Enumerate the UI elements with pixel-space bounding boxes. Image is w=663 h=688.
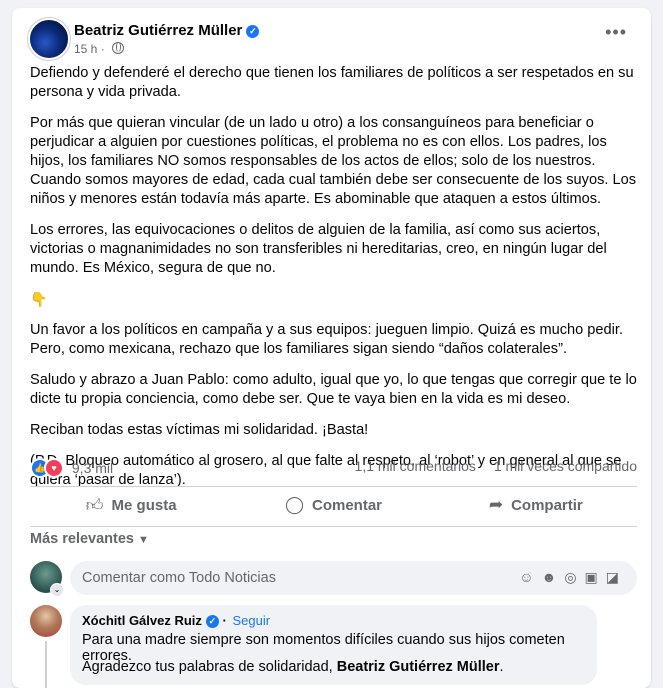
post-time[interactable]: 15 h xyxy=(74,42,97,56)
author-name[interactable]: Beatriz Gutiérrez Müller xyxy=(74,22,242,39)
action-bar: 👍︎ Me gusta ◯ Comentar ➦ Compartir xyxy=(30,489,637,521)
post-paragraph: Saludo y abrazo a Juan Pablo: como adult… xyxy=(30,372,637,407)
share-label: Compartir xyxy=(511,496,583,514)
commenter-avatar[interactable] xyxy=(30,605,62,637)
comment-text-suffix: . xyxy=(499,659,504,675)
post-paragraph: Reciban todas estas víctimas mi solidari… xyxy=(30,422,369,438)
divider xyxy=(30,486,637,487)
like-button[interactable]: 👍︎ Me gusta xyxy=(30,489,232,521)
post-paragraph: Por más que quieran vincular (de un lado… xyxy=(30,115,637,207)
share-arrow-icon: ➦ xyxy=(488,495,504,514)
comment-composer: ⌄ Comentar como Todo Noticias ☺☻◎▣◪ xyxy=(30,561,637,597)
post-card: Beatriz Gutiérrez Müller ✓ 15 h · ••• Def… xyxy=(12,8,651,688)
comment-sort-dropdown[interactable]: Más relevantes ▼ xyxy=(30,531,149,547)
sticker-icon[interactable]: ◪ xyxy=(606,569,627,585)
comment-text-prefix: Agradezco tus palabras de solidaridad, xyxy=(82,659,337,675)
follow-button[interactable]: Seguir xyxy=(232,613,270,628)
emoji-icon[interactable]: ☻ xyxy=(542,569,565,585)
author-name-row: Beatriz Gutiérrez Müller ✓ xyxy=(74,22,260,39)
comment-button[interactable]: ◯ Comentar xyxy=(232,489,434,521)
divider xyxy=(30,526,637,527)
engagement-counts: 1,1 mil comentarios 1 mil veces comparti… xyxy=(341,458,637,474)
thumbs-up-icon: 👍︎ xyxy=(85,495,104,515)
comment-text-line: Agradezco tus palabras de solidaridad, B… xyxy=(82,659,504,675)
post-paragraph: Un favor a los políticos en campaña y a … xyxy=(30,322,623,357)
reaction-count: 9,3 mil xyxy=(71,460,114,476)
gif-icon[interactable]: ▣ xyxy=(585,569,606,585)
camera-icon[interactable]: ◎ xyxy=(564,569,584,585)
post-body: Defiendo y defenderé el derecho que tien… xyxy=(30,64,642,502)
pointing-down-emoji: 👇 xyxy=(30,291,48,307)
commenter-name[interactable]: Xóchitl Gálvez Ruiz xyxy=(82,613,202,628)
caret-down-icon: ▼ xyxy=(137,534,149,546)
commenter-row: Xóchitl Gálvez Ruiz ✓ · Seguir xyxy=(82,613,271,628)
share-button[interactable]: ➦ Compartir xyxy=(435,489,637,521)
author-avatar[interactable] xyxy=(28,18,70,60)
comment-label: Comentar xyxy=(312,496,383,514)
post-paragraph: Defiendo y defenderé el derecho que tien… xyxy=(30,65,634,100)
like-label: Me gusta xyxy=(111,496,177,514)
chevron-down-icon[interactable]: ⌄ xyxy=(50,583,64,597)
post-paragraph: Los errores, las equivocaciones o delito… xyxy=(30,222,607,276)
reactions-summary[interactable]: 👍 ♥ 9,3 mil xyxy=(30,458,113,478)
love-reaction-icon: ♥ xyxy=(44,458,64,478)
share-count[interactable]: 1 mil veces compartido xyxy=(494,458,637,474)
mention-link[interactable]: Beatriz Gutiérrez Müller xyxy=(337,659,500,675)
composer-tools: ☺☻◎▣◪ xyxy=(519,569,627,586)
speech-bubble-icon: ◯ xyxy=(284,495,304,514)
comment-input-placeholder: Comentar como Todo Noticias xyxy=(82,570,276,586)
comment-count[interactable]: 1,1 mil comentarios xyxy=(355,458,476,474)
verified-badge-icon: ✓ xyxy=(246,25,260,38)
comment-input[interactable]: Comentar como Todo Noticias ☺☻◎▣◪ xyxy=(70,561,637,595)
sort-label: Más relevantes xyxy=(30,531,134,547)
globe-icon xyxy=(112,42,125,54)
post-stats: 👍 ♥ 9,3 mil 1,1 mil comentarios 1 mil vec… xyxy=(30,456,637,478)
comment-bubble: Xóchitl Gálvez Ruiz ✓ · Seguir Para una m… xyxy=(70,605,597,685)
thread-line xyxy=(45,641,47,688)
post-meta: 15 h · xyxy=(74,42,125,56)
more-options-icon[interactable]: ••• xyxy=(605,22,627,43)
avatar-sticker-icon[interactable]: ☺ xyxy=(519,569,541,585)
verified-badge-icon: ✓ xyxy=(205,615,219,628)
post-header: Beatriz Gutiérrez Müller ✓ 15 h · ••• xyxy=(28,18,635,60)
